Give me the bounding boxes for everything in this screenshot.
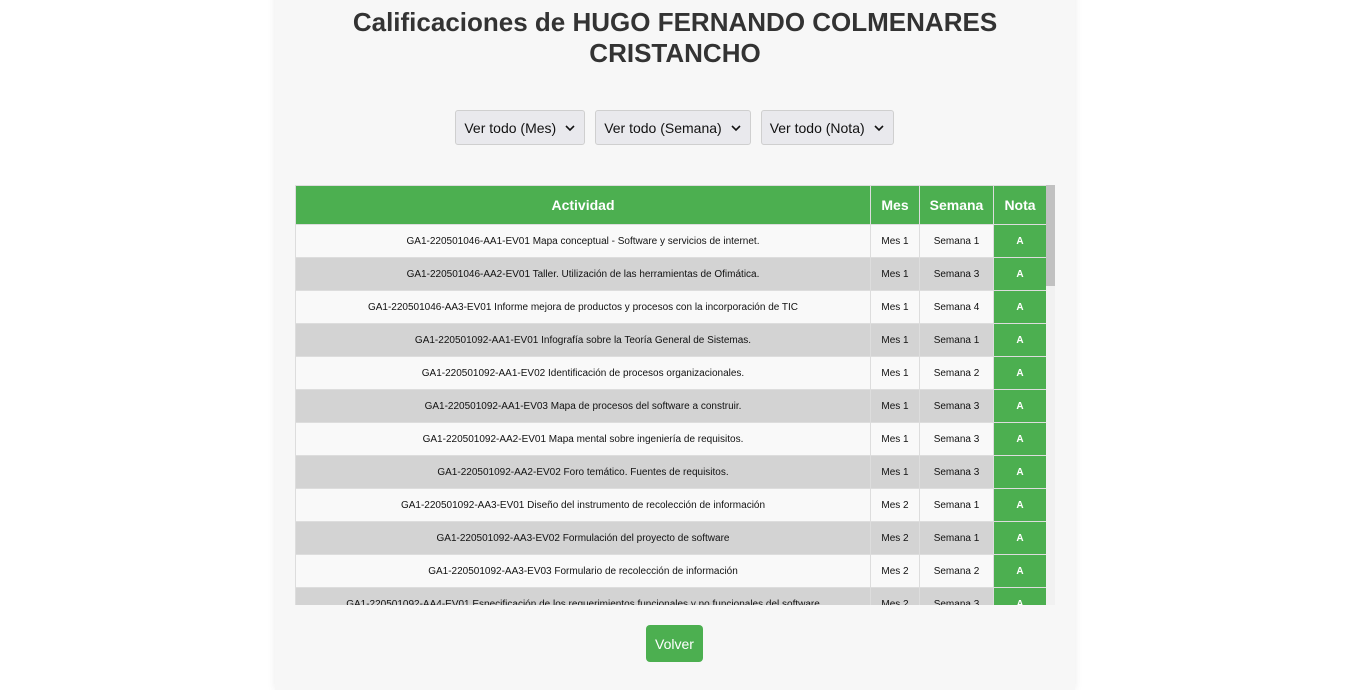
cell-actividad: GA1-220501092-AA1-EV02 Identificación de… — [295, 356, 871, 390]
cell-nota: A — [993, 455, 1047, 489]
cell-actividad: GA1-220501092-AA1-EV03 Mapa de procesos … — [295, 389, 871, 423]
cell-nota: A — [993, 323, 1047, 357]
cell-mes: Mes 2 — [870, 521, 920, 555]
table-scrollbar[interactable] — [1046, 185, 1055, 605]
cell-semana: Semana 3 — [919, 455, 994, 489]
cell-nota: A — [993, 587, 1047, 605]
cell-actividad: GA1-220501092-AA2-EV01 Mapa mental sobre… — [295, 422, 871, 456]
grades-table: Actividad Mes Semana Nota GA1-220501046-… — [295, 185, 1047, 605]
cell-actividad: GA1-220501092-AA3-EV02 Formulación del p… — [295, 521, 871, 555]
cell-mes: Mes 1 — [870, 224, 920, 258]
cell-mes: Mes 1 — [870, 356, 920, 390]
cell-semana: Semana 2 — [919, 554, 994, 588]
cell-semana: Semana 3 — [919, 587, 994, 605]
cell-semana: Semana 3 — [919, 422, 994, 456]
cell-actividad: GA1-220501092-AA1-EV01 Infografía sobre … — [295, 323, 871, 357]
cell-mes: Mes 1 — [870, 455, 920, 489]
table-row: GA1-220501092-AA3-EV02 Formulación del p… — [295, 521, 1047, 555]
cell-semana: Semana 1 — [919, 521, 994, 555]
table-row: GA1-220501092-AA1-EV02 Identificación de… — [295, 356, 1047, 390]
cell-mes: Mes 2 — [870, 587, 920, 605]
cell-semana: Semana 3 — [919, 389, 994, 423]
back-button[interactable]: Volver — [646, 625, 703, 662]
cell-actividad: GA1-220501092-AA3-EV01 Diseño del instru… — [295, 488, 871, 522]
cell-actividad: GA1-220501092-AA2-EV02 Foro temático. Fu… — [295, 455, 871, 489]
page-title: Calificaciones de HUGO FERNANDO COLMENAR… — [352, 7, 998, 68]
cell-actividad: GA1-220501046-AA1-EV01 Mapa conceptual -… — [295, 224, 871, 258]
cell-semana: Semana 3 — [919, 257, 994, 291]
table-row: GA1-220501092-AA2-EV02 Foro temático. Fu… — [295, 455, 1047, 489]
header-mes: Mes — [870, 185, 920, 225]
cell-nota: A — [993, 554, 1047, 588]
cell-nota: A — [993, 422, 1047, 456]
table-row: GA1-220501092-AA1-EV03 Mapa de procesos … — [295, 389, 1047, 423]
header-semana: Semana — [919, 185, 994, 225]
cell-mes: Mes 2 — [870, 554, 920, 588]
cell-actividad: GA1-220501092-AA4-EV01 Especificación de… — [295, 587, 871, 605]
cell-semana: Semana 1 — [919, 488, 994, 522]
cell-actividad: GA1-220501092-AA3-EV03 Formulario de rec… — [295, 554, 871, 588]
table-row: GA1-220501092-AA4-EV01 Especificación de… — [295, 587, 1047, 605]
filter-bar: Ver todo (Mes) Ver todo (Semana) Ver tod… — [0, 110, 1349, 145]
cell-nota: A — [993, 356, 1047, 390]
cell-actividad: GA1-220501046-AA3-EV01 Informe mejora de… — [295, 290, 871, 324]
scrollbar-thumb[interactable] — [1046, 185, 1055, 286]
week-filter-value: Ver todo (Semana) — [604, 119, 722, 136]
grade-filter-select[interactable]: Ver todo (Nota) — [760, 110, 894, 145]
table-row: GA1-220501092-AA1-EV01 Infografía sobre … — [295, 323, 1047, 357]
week-filter-select[interactable]: Ver todo (Semana) — [595, 110, 751, 145]
cell-mes: Mes 1 — [870, 323, 920, 357]
cell-semana: Semana 1 — [919, 224, 994, 258]
table-header-row: Actividad Mes Semana Nota — [295, 185, 1047, 225]
cell-mes: Mes 2 — [870, 488, 920, 522]
cell-nota: A — [993, 257, 1047, 291]
table-row: GA1-220501092-AA2-EV01 Mapa mental sobre… — [295, 422, 1047, 456]
cell-mes: Mes 1 — [870, 290, 920, 324]
table-row: GA1-220501046-AA1-EV01 Mapa conceptual -… — [295, 224, 1047, 258]
chevron-down-icon — [874, 124, 884, 131]
header-nota: Nota — [993, 185, 1047, 225]
table-body: GA1-220501046-AA1-EV01 Mapa conceptual -… — [295, 224, 1047, 605]
cell-nota: A — [993, 290, 1047, 324]
chevron-down-icon — [731, 124, 741, 131]
cell-nota: A — [993, 224, 1047, 258]
table-row: GA1-220501092-AA3-EV03 Formulario de rec… — [295, 554, 1047, 588]
cell-semana: Semana 1 — [919, 323, 994, 357]
month-filter-select[interactable]: Ver todo (Mes) — [455, 110, 586, 145]
cell-actividad: GA1-220501046-AA2-EV01 Taller. Utilizaci… — [295, 257, 871, 291]
month-filter-value: Ver todo (Mes) — [464, 119, 557, 136]
chevron-down-icon — [565, 124, 575, 131]
cell-semana: Semana 4 — [919, 290, 994, 324]
cell-mes: Mes 1 — [870, 257, 920, 291]
header-actividad: Actividad — [295, 185, 871, 225]
table-row: GA1-220501046-AA3-EV01 Informe mejora de… — [295, 290, 1047, 324]
grade-filter-value: Ver todo (Nota) — [769, 119, 865, 136]
cell-mes: Mes 1 — [870, 389, 920, 423]
grades-table-container[interactable]: Actividad Mes Semana Nota GA1-220501046-… — [295, 185, 1055, 605]
cell-nota: A — [993, 488, 1047, 522]
cell-mes: Mes 1 — [870, 422, 920, 456]
table-row: GA1-220501046-AA2-EV01 Taller. Utilizaci… — [295, 257, 1047, 291]
table-row: GA1-220501092-AA3-EV01 Diseño del instru… — [295, 488, 1047, 522]
cell-nota: A — [993, 389, 1047, 423]
cell-nota: A — [993, 521, 1047, 555]
cell-semana: Semana 2 — [919, 356, 994, 390]
